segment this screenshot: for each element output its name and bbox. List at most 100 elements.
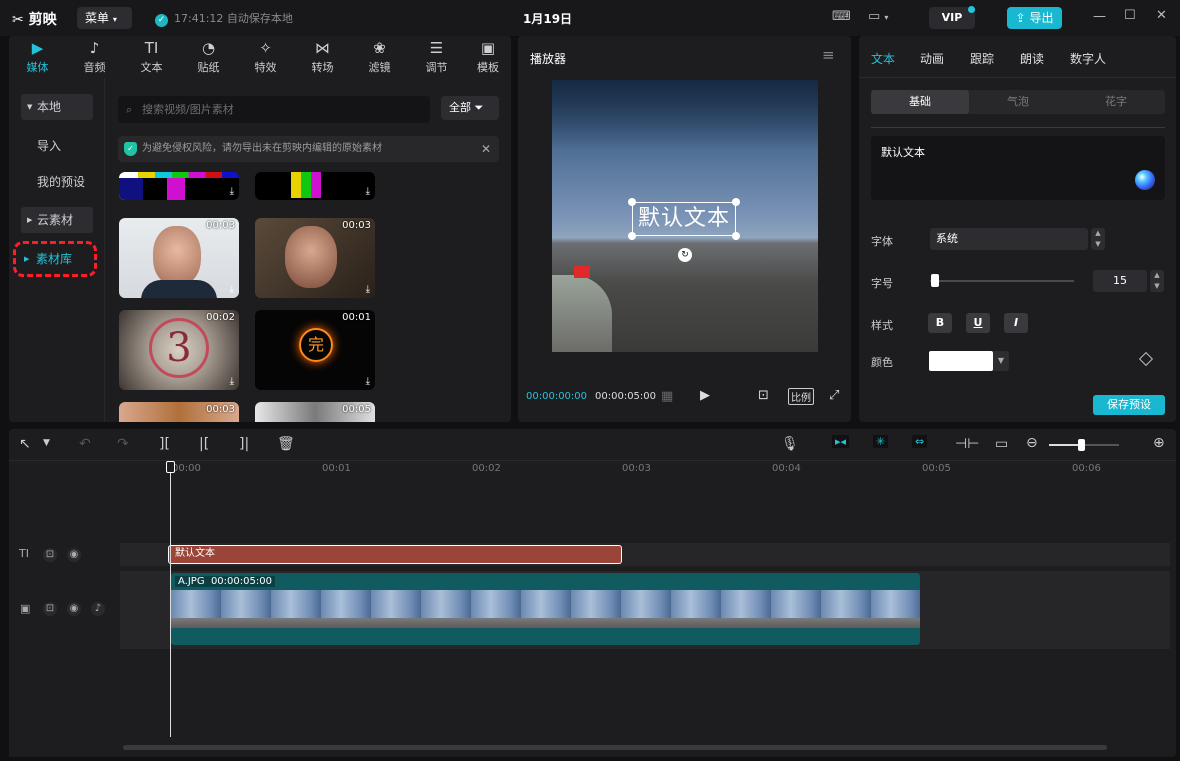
tab-transition[interactable]: ⋈ 转场 [294, 36, 351, 78]
link-icon[interactable]: ✳ [873, 435, 889, 448]
resize-handle[interactable] [732, 198, 740, 206]
delete-icon[interactable]: 🗑 [277, 436, 295, 452]
lock-icon[interactable]: ⊡ [43, 602, 57, 616]
eye-icon[interactable]: ◉ [67, 602, 81, 616]
layout-icon[interactable]: ▭ ▾ [868, 9, 888, 24]
subtab-bubble[interactable]: 气泡 [969, 90, 1067, 114]
fullscreen-icon[interactable]: ⤢ [829, 388, 839, 403]
cursor-icon[interactable]: ↖ [19, 436, 31, 452]
media-thumb[interactable]: ⤓ [119, 172, 239, 200]
tab-template[interactable]: ▣ 模板 [465, 36, 511, 78]
keyboard-icon[interactable]: ⌨ [832, 9, 851, 24]
chevron-down-icon[interactable]: ▼ [43, 438, 50, 448]
subtab-basic[interactable]: 基础 [871, 90, 969, 114]
snap-icon[interactable]: ▸◂ [832, 435, 850, 448]
tab-effects[interactable]: ✧ 特效 [237, 36, 294, 78]
search-input[interactable]: ⌕ 搜索视频/图片素材 [118, 96, 430, 123]
trim-right-icon[interactable]: ]| [239, 436, 249, 452]
tab-adjust[interactable]: ☰ 调节 [408, 36, 465, 78]
size-slider-knob[interactable] [931, 274, 939, 287]
download-icon[interactable]: ⤓ [230, 186, 234, 197]
play-icon[interactable]: ▶ [700, 388, 710, 403]
lock-icon[interactable]: ⊡ [43, 548, 57, 562]
thumbnail-icon[interactable]: ▭ [995, 436, 1008, 452]
sidebar-item-import[interactable]: 导入 [21, 133, 93, 159]
close-notice-icon[interactable]: ✕ [481, 136, 491, 162]
tab-animation[interactable]: 动画 [920, 50, 944, 67]
rotate-icon[interactable]: ↻ [678, 248, 692, 262]
media-thumb[interactable]: 00:03 ⤓ [255, 218, 375, 298]
media-thumb[interactable]: ⤓ [255, 172, 375, 200]
zoom-slider-knob[interactable] [1078, 439, 1085, 451]
size-input[interactable]: 15 [1093, 270, 1147, 292]
color-swatch[interactable] [929, 351, 993, 371]
download-icon[interactable]: ⤓ [366, 186, 370, 197]
microphone-icon[interactable]: 🎙 [781, 436, 799, 452]
sidebar-item-presets[interactable]: 我的预设 [21, 169, 93, 195]
tab-media[interactable]: ▶ 媒体 [9, 36, 66, 78]
keyframe-icon[interactable] [1138, 351, 1154, 367]
subtab-fancy[interactable]: 花字 [1067, 90, 1165, 114]
horizontal-scrollbar[interactable] [123, 745, 1107, 750]
sidebar-item-cloud[interactable]: ▶ 云素材 [21, 207, 93, 233]
media-thumb[interactable]: 00:05 [255, 402, 375, 422]
size-slider-track[interactable] [930, 280, 1074, 282]
tab-tracking[interactable]: 跟踪 [970, 50, 994, 67]
resize-handle[interactable] [628, 198, 636, 206]
font-stepper[interactable]: ▲ ▼ [1091, 228, 1105, 250]
speaker-icon[interactable]: ♪ [91, 602, 105, 616]
ai-orb-icon[interactable] [1135, 170, 1155, 190]
trim-left-icon[interactable]: |[ [199, 436, 209, 452]
download-icon[interactable]: ⤓ [230, 284, 234, 295]
filter-button[interactable]: 全部 ⏷ [441, 96, 499, 120]
tab-text[interactable]: 文本 [871, 50, 895, 67]
size-stepper[interactable]: ▲ ▼ [1150, 270, 1164, 292]
tab-filter[interactable]: ❀ 滤镜 [351, 36, 408, 78]
text-overlay[interactable]: 默认文本 [632, 202, 736, 236]
maximize-icon[interactable]: ☐ [1124, 8, 1136, 23]
zoom-fit-icon[interactable]: ⊡ [758, 388, 769, 403]
menu-icon[interactable]: ≡ [822, 46, 835, 64]
split-screen-icon[interactable]: ⊣⊢ [955, 436, 979, 452]
split-icon[interactable]: ][ [159, 436, 170, 452]
media-thumb[interactable]: 00:03 ⤓ [119, 218, 239, 298]
video-preview[interactable]: 默认文本 ↻ [552, 80, 818, 352]
download-icon[interactable]: ⤓ [366, 376, 370, 387]
bold-button[interactable]: B [928, 313, 952, 333]
underline-button[interactable]: U [966, 313, 990, 333]
video-clip[interactable]: A.JPG 00:00:05:00 [171, 573, 920, 645]
preview-axis-icon[interactable]: ⇔ [912, 435, 928, 448]
tab-sticker[interactable]: ◔ 贴纸 [180, 36, 237, 78]
resize-handle[interactable] [732, 232, 740, 240]
save-preset-button[interactable]: 保存预设 [1093, 395, 1165, 415]
ratio-button[interactable]: 比例 [788, 388, 814, 405]
tab-read-aloud[interactable]: 朗读 [1020, 50, 1044, 67]
tab-digital-human[interactable]: 数字人 [1070, 50, 1106, 67]
italic-button[interactable]: I [1004, 313, 1028, 333]
sidebar-item-local[interactable]: ▼ 本地 [21, 94, 93, 120]
undo-icon[interactable]: ↶ [79, 436, 91, 452]
media-thumb[interactable]: 完 00:01 ⤓ [255, 310, 375, 390]
resize-handle[interactable] [628, 232, 636, 240]
export-button[interactable]: ⇪ 导出 [1007, 7, 1062, 29]
media-thumb[interactable]: 00:03 [119, 402, 239, 422]
zoom-in-icon[interactable]: ⊕ [1153, 435, 1165, 451]
chevron-down-icon[interactable]: ▼ [993, 351, 1009, 371]
download-icon[interactable]: ⤓ [366, 284, 370, 295]
sidebar-item-library[interactable]: ▶ 素材库 [13, 241, 97, 277]
playhead[interactable] [170, 461, 171, 737]
text-clip[interactable]: 默认文本 [168, 545, 622, 564]
timeline-grid-icon[interactable]: ▦ [661, 389, 673, 404]
minimize-icon[interactable]: — [1093, 9, 1106, 24]
media-thumb[interactable]: 3 00:02 ⤓ [119, 310, 239, 390]
redo-icon[interactable]: ↷ [117, 436, 129, 452]
menu-button[interactable]: 菜单 ▾ [77, 7, 132, 29]
playhead-handle[interactable] [166, 461, 175, 473]
time-ruler[interactable]: 00:00 00:01 00:02 00:03 00:04 00:05 00:0… [120, 461, 1176, 477]
font-select[interactable]: 系统 [930, 228, 1088, 250]
tab-text[interactable]: TI 文本 [123, 36, 180, 78]
text-content-field[interactable]: 默认文本 [871, 136, 1165, 200]
tab-audio[interactable]: ♪ 音频 [66, 36, 123, 78]
close-icon[interactable]: ✕ [1156, 8, 1167, 23]
zoom-out-icon[interactable]: ⊖ [1026, 435, 1038, 451]
